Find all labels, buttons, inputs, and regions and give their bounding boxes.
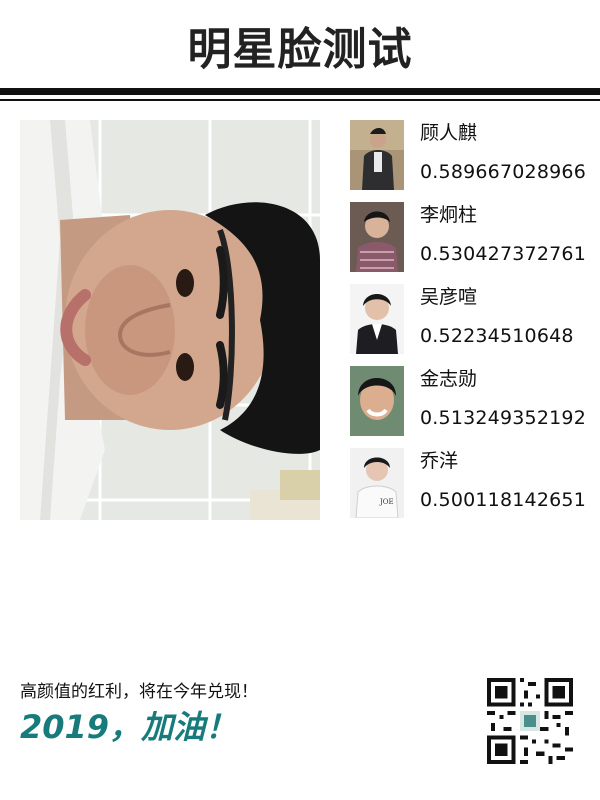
celebrity-portrait-icon [350, 120, 404, 190]
match-score: 0.513249352192 [420, 407, 586, 429]
celebrity-portrait-icon [350, 284, 404, 354]
match-name: 吴彦喧 [420, 286, 478, 308]
qr-code-icon[interactable] [487, 678, 573, 764]
match-score: 0.500118142651 [420, 489, 586, 511]
match-score: 0.589667028966 [420, 161, 586, 183]
page-title: 明星脸测试 [187, 24, 413, 75]
match-score: 0.530427372761 [420, 243, 586, 265]
match-item-1: 顾人麒 0.589667028966 [350, 120, 590, 192]
match-name: 金志勋 [420, 368, 478, 390]
header-divider-thin [0, 99, 600, 101]
match-name: 乔洋 [420, 450, 459, 472]
celebrity-portrait-icon [350, 202, 404, 272]
match-item-5: JOE 乔洋 0.500118142651 [350, 448, 590, 520]
match-name: 顾人麒 [420, 122, 478, 144]
match-item-4: 金志勋 0.513249352192 [350, 366, 590, 438]
match-item-3: 吴彦喧 0.52234510648 [350, 284, 590, 356]
match-score: 0.52234510648 [420, 325, 574, 347]
header-divider-thick [0, 88, 600, 95]
match-name: 李炯柱 [420, 204, 478, 226]
svg-text:JOE: JOE [379, 498, 394, 506]
celebrity-portrait-icon [350, 366, 404, 436]
match-item-2: 李炯柱 0.530427372761 [350, 202, 590, 274]
user-face-photo [20, 120, 320, 520]
footer-subtitle: 高颜值的红利，将在今年兑现！ [20, 682, 258, 702]
footer-slogan: 2019，加油！ [20, 708, 238, 746]
celebrity-portrait-icon: JOE [350, 448, 404, 518]
